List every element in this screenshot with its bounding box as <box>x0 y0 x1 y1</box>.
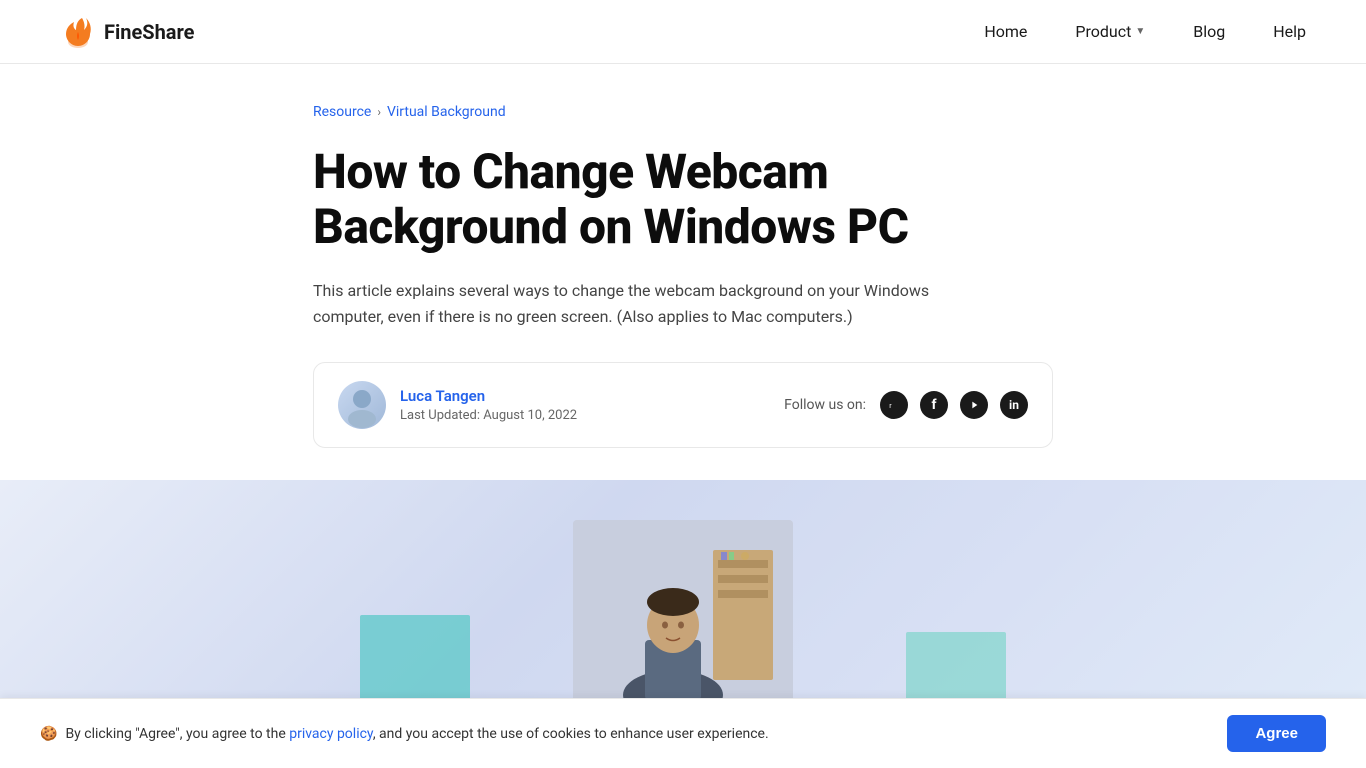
follow-label: Follow us on: <box>784 397 866 413</box>
hero-image <box>0 480 1366 710</box>
linkedin-icon[interactable]: in <box>1000 391 1028 419</box>
cookie-message: By clicking "Agree", you agree to the pr… <box>65 726 768 742</box>
author-details: Luca Tangen Last Updated: August 10, 202… <box>400 387 577 423</box>
author-name[interactable]: Luca Tangen <box>400 387 577 405</box>
youtube-icon[interactable] <box>960 391 988 419</box>
cookie-bar: 🍪 By clicking "Agree", you agree to the … <box>0 698 1366 768</box>
author-card: Luca Tangen Last Updated: August 10, 202… <box>313 362 1053 448</box>
breadcrumb-resource[interactable]: Resource <box>313 104 371 120</box>
hero-bg-left <box>360 615 470 710</box>
author-avatar <box>338 381 386 429</box>
nav-home[interactable]: Home <box>984 22 1027 41</box>
article-description: This article explains several ways to ch… <box>313 278 993 329</box>
logo-icon <box>60 14 96 50</box>
logo-text: FineShare <box>104 20 194 44</box>
social-follow: Follow us on: r f <box>784 391 1028 419</box>
nav-help[interactable]: Help <box>1273 22 1306 41</box>
nav-blog[interactable]: Blog <box>1193 22 1225 41</box>
breadcrumb: Resource › Virtual Background <box>313 104 1053 120</box>
author-avatar-image <box>338 381 386 429</box>
reddit-icon[interactable]: r <box>880 391 908 419</box>
cookie-emoji: 🍪 <box>40 726 57 742</box>
cookie-text: 🍪 By clicking "Agree", you agree to the … <box>40 726 769 742</box>
hero-person-container <box>573 520 793 710</box>
cookie-agree-button[interactable]: Agree <box>1227 715 1326 752</box>
author-info: Luca Tangen Last Updated: August 10, 202… <box>338 381 577 429</box>
breadcrumb-virtual-bg[interactable]: Virtual Background <box>387 104 506 120</box>
nav-product[interactable]: Product ▼ <box>1075 22 1145 41</box>
main-nav: Home Product ▼ Blog Help <box>984 22 1306 41</box>
article-title: How to Change Webcam Background on Windo… <box>313 144 1053 254</box>
main-content: Resource › Virtual Background How to Cha… <box>293 64 1073 448</box>
author-date: Last Updated: August 10, 2022 <box>400 408 577 423</box>
product-dropdown-arrow: ▼ <box>1135 26 1145 37</box>
facebook-icon[interactable]: f <box>920 391 948 419</box>
breadcrumb-separator: › <box>377 105 381 119</box>
social-icons: r f in <box>880 391 1028 419</box>
logo[interactable]: FineShare <box>60 14 194 50</box>
header: FineShare Home Product ▼ Blog Help <box>0 0 1366 64</box>
privacy-policy-link[interactable]: privacy policy <box>289 726 373 742</box>
